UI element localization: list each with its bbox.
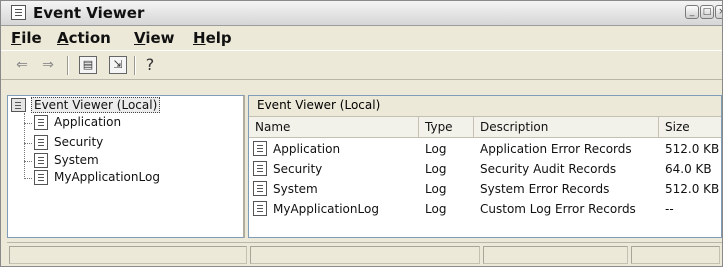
row-description: Application Error Records [480, 142, 632, 156]
table-row[interactable]: System Log System Error Records 512.0 KB [249, 179, 721, 199]
row-type: Log [425, 142, 447, 156]
title-bar[interactable]: Event Viewer _ □ × [1, 1, 722, 26]
table-row[interactable]: Security Log Security Audit Records 64.0… [249, 159, 721, 179]
details-list-pane[interactable]: Event Viewer (Local) Name Type Descripti… [248, 95, 722, 238]
back-arrow-icon[interactable]: ⇐ [13, 56, 31, 74]
list-pane-header: Event Viewer (Local) [249, 96, 721, 117]
column-header-name[interactable]: Name [249, 117, 419, 137]
tree-item-system[interactable]: System [24, 152, 224, 170]
table-row[interactable]: Application Log Application Error Record… [249, 139, 721, 159]
console-tree-pane[interactable]: Event Viewer (Local) Application Securit… [7, 95, 245, 238]
column-header-row: Name Type Description Size [249, 117, 721, 138]
status-segment [631, 246, 720, 264]
row-description: Security Audit Records [480, 162, 617, 176]
event-viewer-app-icon[interactable] [11, 5, 26, 20]
tree-item-label: System [54, 153, 99, 167]
log-icon [34, 153, 48, 168]
list-pane-title: Event Viewer (Local) [257, 98, 381, 112]
menu-bar: File Action View Help [1, 26, 722, 49]
menu-action[interactable]: Action [57, 29, 111, 47]
table-row[interactable]: MyApplicationLog Log Custom Log Error Re… [249, 199, 721, 219]
help-icon[interactable]: ? [141, 56, 159, 74]
menu-file[interactable]: File [11, 29, 42, 47]
tree-item-security[interactable]: Security [24, 134, 224, 152]
row-size: 64.0 KB [665, 162, 712, 176]
log-icon [34, 170, 48, 185]
status-segment [483, 246, 628, 264]
window-title: Event Viewer [33, 4, 145, 22]
forward-arrow-icon[interactable]: ⇒ [39, 56, 57, 74]
column-header-type[interactable]: Type [419, 117, 474, 137]
toolbar-separator [134, 56, 136, 75]
column-header-description[interactable]: Description [474, 117, 659, 137]
toolbar-separator [67, 56, 69, 75]
tree-item-label: Security [54, 135, 104, 149]
tree-item-myapplicationlog[interactable]: MyApplicationLog [24, 169, 224, 187]
status-segment [250, 246, 480, 264]
row-name: System [273, 182, 318, 196]
minimize-button[interactable]: _ [685, 5, 699, 19]
computer-icon [11, 98, 26, 112]
column-header-size[interactable]: Size [659, 117, 721, 137]
status-bar [7, 242, 722, 266]
event-viewer-window: Event Viewer _ □ × File Action View Help… [0, 0, 723, 267]
row-description: Custom Log Error Records [480, 202, 636, 216]
row-description: System Error Records [480, 182, 610, 196]
log-icon [253, 141, 267, 156]
log-icon [253, 161, 267, 176]
tree-root-label: Event Viewer (Local) [31, 97, 161, 113]
row-name: MyApplicationLog [273, 202, 379, 216]
close-button[interactable]: × [715, 5, 722, 19]
row-size: -- [665, 202, 674, 216]
show-hide-tree-icon[interactable]: ▤ [79, 56, 97, 74]
log-icon [34, 135, 48, 150]
row-type: Log [425, 162, 447, 176]
row-type: Log [425, 182, 447, 196]
row-name: Application [273, 142, 341, 156]
export-list-icon[interactable]: ⇲ [109, 56, 127, 74]
tree-item-application[interactable]: Application [24, 114, 224, 132]
log-icon [253, 201, 267, 216]
menu-view[interactable]: View [134, 29, 175, 47]
toolbar: ⇐ ⇒ ▤ ⇲ ? [1, 50, 722, 80]
log-icon [34, 115, 48, 130]
tree-item-label: Application [54, 115, 122, 129]
row-type: Log [425, 202, 447, 216]
menu-help[interactable]: Help [193, 29, 232, 47]
log-icon [253, 181, 267, 196]
tree-item-label: MyApplicationLog [54, 170, 160, 184]
maximize-button[interactable]: □ [700, 5, 714, 19]
row-size: 512.0 KB [665, 142, 720, 156]
row-name: Security [273, 162, 323, 176]
status-segment [9, 246, 247, 264]
row-size: 512.0 KB [665, 182, 720, 196]
